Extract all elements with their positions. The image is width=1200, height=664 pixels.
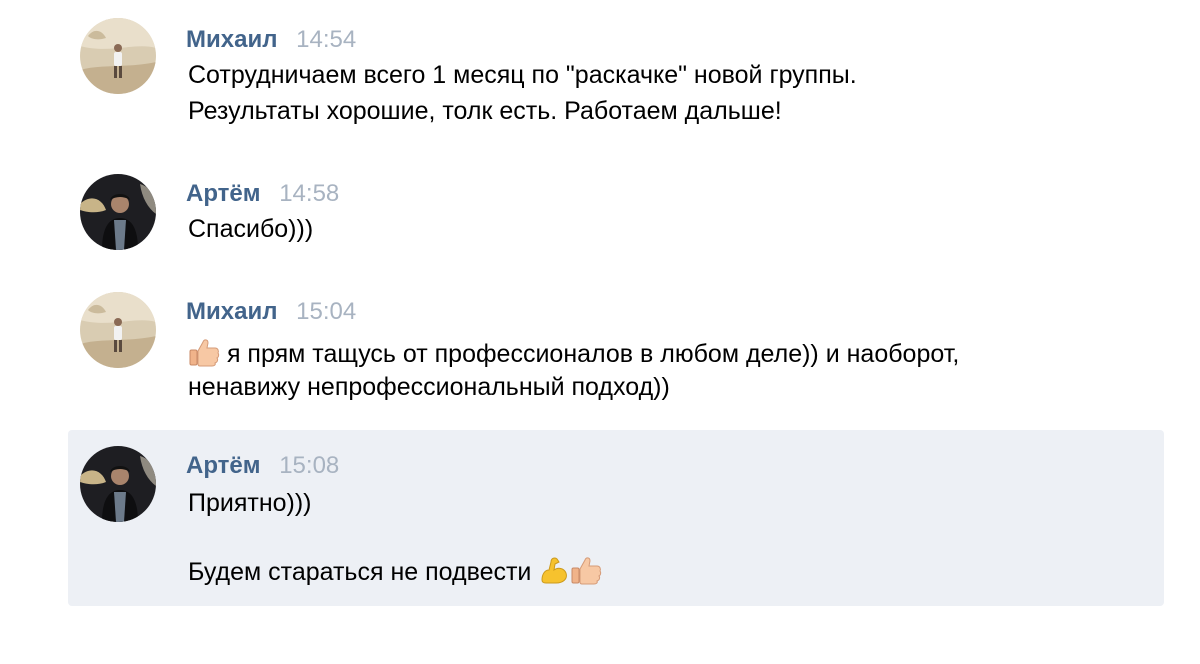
message-header: Артём 15:08 bbox=[186, 452, 339, 480]
message-header: Михаил 15:04 bbox=[186, 298, 356, 326]
thumbs-up-icon bbox=[188, 336, 220, 368]
message-item: Михаил 14:54 Сотрудничаем всего 1 месяц … bbox=[68, 0, 1164, 150]
message-text: Приятно))) bbox=[188, 489, 312, 517]
message-text: Сотрудничаем всего 1 месяц по "раскачке"… bbox=[188, 61, 857, 89]
author-name[interactable]: Михаил bbox=[186, 298, 277, 325]
avatar-beach-photo bbox=[80, 292, 156, 368]
avatar-dark-photo bbox=[80, 174, 156, 250]
chat-history: Михаил 14:54 Сотрудничаем всего 1 месяц … bbox=[0, 0, 1200, 664]
message-time[interactable]: 14:58 bbox=[279, 180, 339, 207]
message-item: Артём 14:58 Спасибо))) bbox=[68, 160, 1164, 270]
avatar[interactable] bbox=[80, 446, 156, 522]
avatar[interactable] bbox=[80, 292, 156, 368]
author-name[interactable]: Михаил bbox=[186, 26, 277, 53]
author-name[interactable]: Артём bbox=[186, 452, 261, 479]
message-text: ненавижу непрофессиональный подход)) bbox=[188, 373, 670, 401]
author-name[interactable]: Артём bbox=[186, 180, 261, 207]
message-header: Михаил 14:54 bbox=[186, 26, 356, 54]
avatar-beach-photo bbox=[80, 18, 156, 94]
message-text-line: я прям тащусь от профессионалов в любом … bbox=[188, 336, 959, 369]
message-item: Михаил 15:04 я прям тащусь от профессион… bbox=[68, 280, 1164, 420]
message-text: Будем стараться не подвести bbox=[188, 558, 532, 586]
message-item-highlighted: Артём 15:08 Приятно))) Будем стараться н… bbox=[68, 430, 1164, 606]
flexed-biceps-icon bbox=[538, 554, 570, 586]
thumbs-up-icon bbox=[570, 554, 602, 586]
avatar-dark-photo bbox=[80, 446, 156, 522]
message-text: Спасибо))) bbox=[188, 215, 314, 243]
message-text: Результаты хорошие, толк есть. Работаем … bbox=[188, 97, 782, 125]
avatar[interactable] bbox=[80, 18, 156, 94]
message-time[interactable]: 15:04 bbox=[296, 298, 356, 325]
message-time[interactable]: 15:08 bbox=[279, 452, 339, 479]
message-text: я прям тащусь от профессионалов в любом … bbox=[226, 340, 960, 368]
message-time[interactable]: 14:54 bbox=[296, 26, 356, 53]
message-text-line: Будем стараться не подвести bbox=[188, 554, 602, 587]
message-header: Артём 14:58 bbox=[186, 180, 339, 208]
avatar[interactable] bbox=[80, 174, 156, 250]
